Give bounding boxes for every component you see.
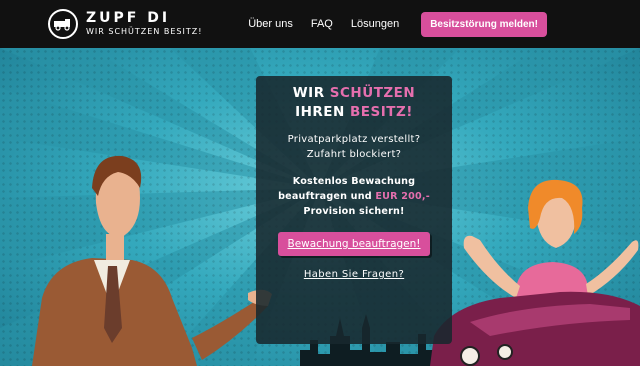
offer-line: beauftragen und — [278, 191, 376, 202]
nav-item-ueber-uns[interactable]: Über uns — [248, 18, 293, 30]
question-line: Privatparkplatz verstellt? — [287, 134, 421, 145]
headline-text: WIR — [292, 85, 330, 101]
order-guarding-button[interactable]: Bewachung beauftragen! — [278, 232, 430, 256]
headline-highlight: SCHÜTZEN — [329, 85, 416, 101]
question-line: Zufahrt blockiert? — [306, 149, 402, 160]
car-illustration — [430, 291, 640, 366]
offer-line: Provision sichern! — [303, 206, 405, 217]
logo-text: ZUPF DI WIR SCHÜTZEN BESITZ! — [86, 11, 202, 37]
hero-offer: Kostenlos Bewachung beauftragen und EUR … — [256, 174, 452, 219]
businessman-illustration — [32, 155, 272, 366]
nav-item-faq[interactable]: FAQ — [311, 18, 333, 30]
brand-tagline: WIR SCHÜTZEN BESITZ! — [86, 27, 203, 36]
headline-text: IHREN — [295, 104, 350, 120]
hero-headline: WIR SCHÜTZEN IHREN BESITZ! — [256, 84, 452, 122]
tow-truck-icon — [48, 9, 78, 39]
offer-amount: EUR 200,- — [375, 191, 430, 202]
nav-item-loesungen[interactable]: Lösungen — [351, 18, 399, 30]
hero-question: Privatparkplatz verstellt? Zufahrt block… — [256, 132, 452, 162]
faq-link[interactable]: Haben Sie Fragen? — [256, 269, 452, 280]
main-nav: Über uns FAQ Lösungen Besitzstörung meld… — [248, 0, 640, 48]
offer-line: Kostenlos Bewachung — [292, 176, 416, 187]
brand-name: ZUPF DI — [86, 10, 171, 26]
site-header: ZUPF DI WIR SCHÜTZEN BESITZ! Über uns FA… — [0, 0, 640, 48]
hero-section: WIR SCHÜTZEN IHREN BESITZ! Privatparkpla… — [0, 48, 640, 366]
hero-card: WIR SCHÜTZEN IHREN BESITZ! Privatparkpla… — [256, 76, 452, 344]
report-disturbance-button[interactable]: Besitzstörung melden! — [421, 11, 547, 37]
headline-highlight: BESITZ! — [350, 104, 413, 120]
logo[interactable]: ZUPF DI WIR SCHÜTZEN BESITZ! — [48, 9, 202, 39]
